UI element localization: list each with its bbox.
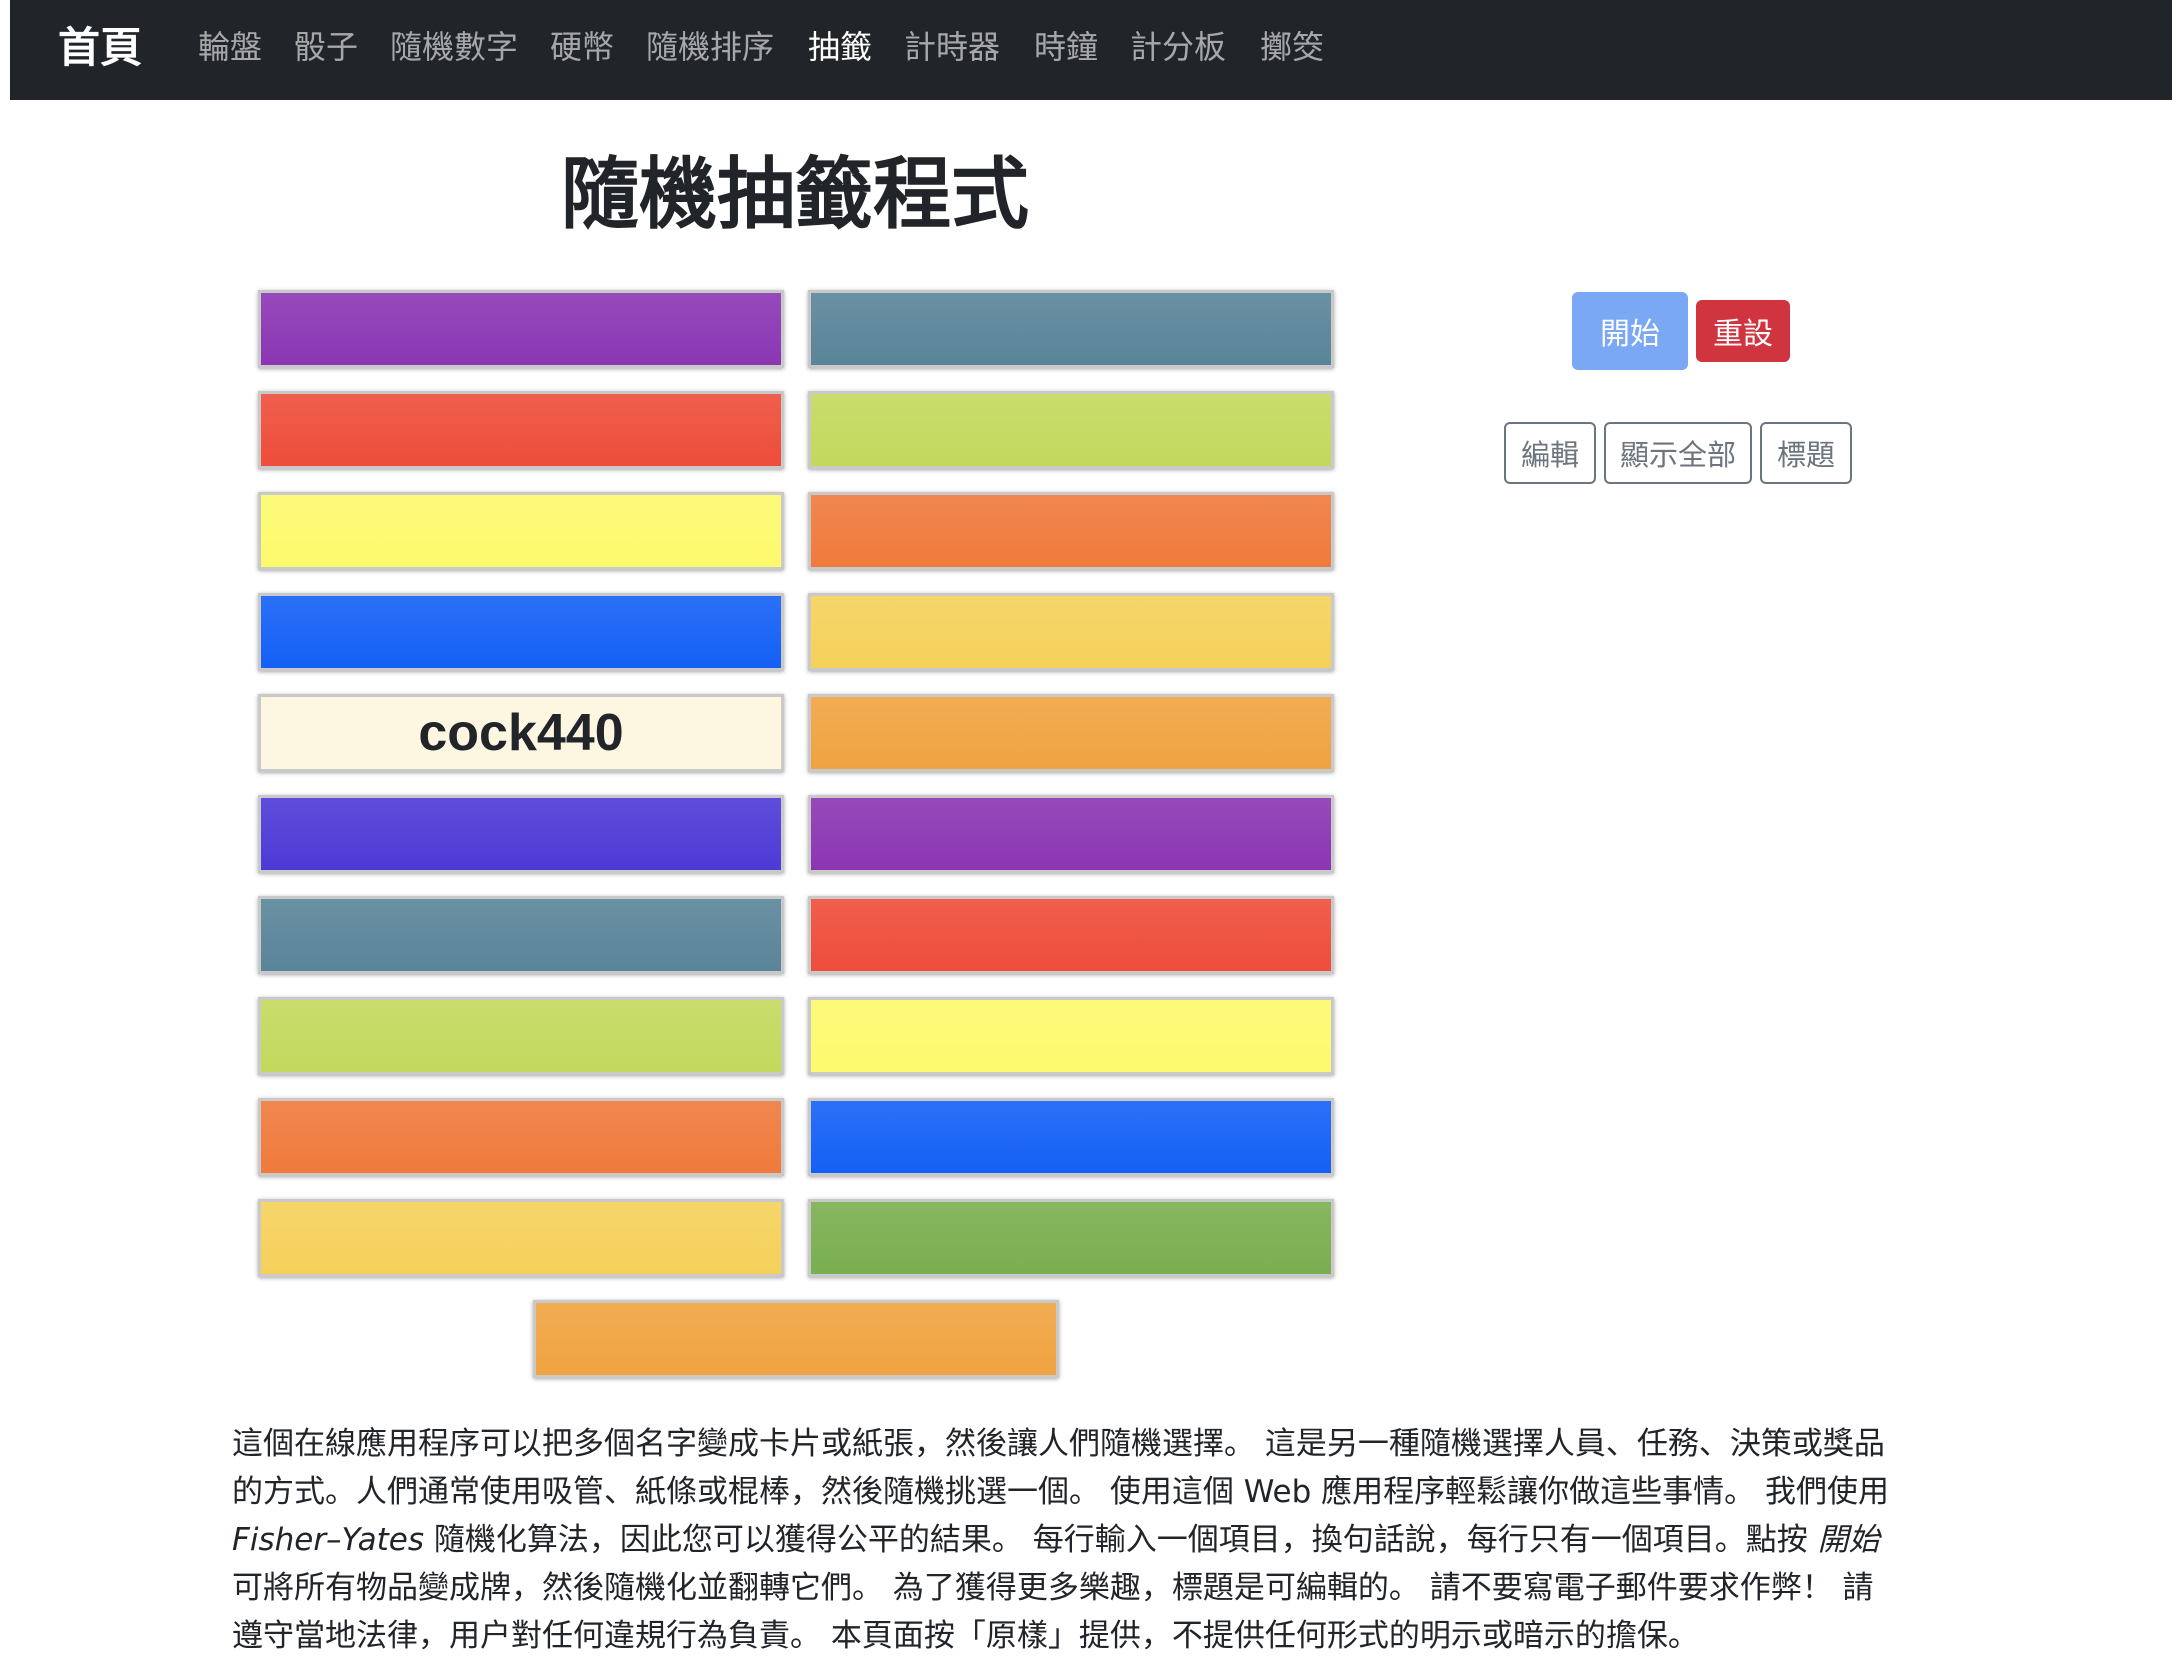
description-line: 遵守當地法律，用户對任何違規行為負責。 本頁面按「原樣」提供，不提供任何形式的明… <box>232 1618 1699 1654</box>
description-line: Fisher–Yates 隨機化算法，因此您可以獲得公平的結果。 每行輸入一個項… <box>232 1516 1952 1564</box>
description-text: 隨機化算法，因此您可以獲得公平的結果。 每行輸入一個項目，換句話說，每行只有一個… <box>424 1522 1818 1558</box>
card[interactable] <box>808 795 1334 873</box>
nav-link-random-number[interactable]: 隨機數字 <box>390 22 518 72</box>
edit-button[interactable]: 編輯 <box>1504 422 1596 484</box>
nav-link-coin[interactable]: 硬幣 <box>550 22 614 72</box>
algorithm-name: Fisher–Yates <box>232 1522 425 1558</box>
nav-link-scoreboard[interactable]: 計分板 <box>1130 22 1226 72</box>
card[interactable] <box>258 391 784 469</box>
card[interactable] <box>258 492 784 570</box>
nav-link-clock[interactable]: 時鐘 <box>1034 22 1098 72</box>
card[interactable] <box>533 1300 1059 1378</box>
nav-link-dice[interactable]: 骰子 <box>294 22 358 72</box>
card[interactable] <box>808 593 1334 671</box>
start-reference: 開始 <box>1817 1522 1880 1558</box>
card[interactable] <box>808 1199 1334 1277</box>
card[interactable] <box>258 1199 784 1277</box>
card[interactable] <box>258 997 784 1075</box>
card[interactable] <box>258 795 784 873</box>
card[interactable] <box>258 1098 784 1176</box>
description-line: 這個在線應用程序可以把多個名字變成卡片或紙張，然後讓人們隨機選擇。 這是另一種隨… <box>232 1426 1885 1462</box>
nav-link-draw-lots[interactable]: 抽籤 <box>808 22 872 72</box>
start-button[interactable]: 開始 <box>1572 292 1688 370</box>
card[interactable] <box>808 492 1334 570</box>
nav-link-moon-blocks[interactable]: 擲筊 <box>1260 22 1324 72</box>
card[interactable] <box>808 694 1334 772</box>
nav-link-random-sort[interactable]: 隨機排序 <box>646 22 774 72</box>
top-navbar: 首頁 輪盤 骰子 隨機數字 硬幣 隨機排序 抽籤 計時器 時鐘 計分板 擲筊 <box>10 0 2172 100</box>
card[interactable] <box>808 290 1334 368</box>
card[interactable] <box>258 593 784 671</box>
card[interactable] <box>808 997 1334 1075</box>
card[interactable] <box>258 896 784 974</box>
card[interactable] <box>808 391 1334 469</box>
card[interactable] <box>258 290 784 368</box>
card-revealed[interactable]: cock440 <box>258 694 784 772</box>
description-line: 的方式。人們通常使用吸管、紙條或棍棒，然後隨機挑選一個。 使用這個 Web 應用… <box>232 1474 1889 1510</box>
description-paragraph: 這個在線應用程序可以把多個名字變成卡片或紙張，然後讓人們隨機選擇。 這是另一種隨… <box>232 1420 1952 1660</box>
navbar-brand-home[interactable]: 首頁 <box>58 18 142 78</box>
reset-button[interactable]: 重設 <box>1696 300 1790 362</box>
card-label: cock440 <box>418 704 624 762</box>
show-all-button[interactable]: 顯示全部 <box>1604 422 1752 484</box>
nav-link-timer[interactable]: 計時器 <box>904 22 1000 72</box>
heading-button[interactable]: 標題 <box>1760 422 1852 484</box>
card[interactable] <box>808 896 1334 974</box>
description-line: 可將所有物品變成牌，然後隨機化並翻轉它們。 為了獲得更多樂趣，標題是可編輯的。 … <box>232 1570 1874 1606</box>
card[interactable] <box>808 1098 1334 1176</box>
nav-link-wheel[interactable]: 輪盤 <box>198 22 262 72</box>
page-title: 隨機抽籤程式 <box>560 150 1029 240</box>
